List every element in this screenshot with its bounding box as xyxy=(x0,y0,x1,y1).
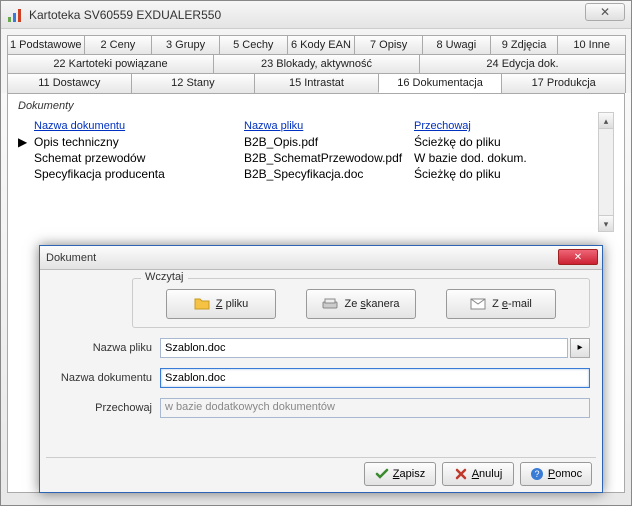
help-button[interactable]: ? Pomoc xyxy=(520,462,592,486)
cell-file: B2B_SchematPrzewodow.pdf xyxy=(244,151,414,165)
tab-17-produkcja[interactable]: 17 Produkcja xyxy=(501,73,626,93)
help-icon: ? xyxy=(530,467,544,481)
titlebar: Kartoteka SV60559 EXDUALER550 ✕ xyxy=(1,1,631,29)
table-row[interactable]: Specyfikacja producentaB2B_Specyfikacja.… xyxy=(18,166,614,182)
store-row: Przechowaj w bazie dodatkowych dokumentó… xyxy=(52,398,590,418)
main-window: Kartoteka SV60559 EXDUALER550 ✕ 1 Podsta… xyxy=(0,0,632,506)
tab-15-intrastat[interactable]: 15 Intrastat xyxy=(254,73,379,93)
file-name-input[interactable] xyxy=(160,338,568,358)
tab-12-stany[interactable]: 12 Stany xyxy=(131,73,256,93)
cell-file: B2B_Opis.pdf xyxy=(244,135,414,149)
row-indicator-icon xyxy=(18,167,34,181)
row-indicator-icon: ▶ xyxy=(18,135,34,149)
tab-23-blokady,-aktywność[interactable]: 23 Blokady, aktywność xyxy=(213,54,420,73)
grid-header: Nazwa dokumentu Nazwa pliku Przechowaj xyxy=(18,118,614,134)
tab-22-kartoteki-powiązane[interactable]: 22 Kartoteki powiązane xyxy=(7,54,214,73)
load-group-label: Wczytaj xyxy=(141,271,188,283)
cell-store: Ścieżkę do pliku xyxy=(414,135,564,149)
tab-2-ceny[interactable]: 2 Ceny xyxy=(84,35,153,54)
doc-name-row: Nazwa dokumentu xyxy=(52,368,590,388)
from-email-label: Z e-mail xyxy=(492,298,532,310)
tab-1-podstawowe[interactable]: 1 Podstawowe xyxy=(7,35,85,54)
table-row[interactable]: ▶Opis technicznyB2B_Opis.pdfŚcieżkę do p… xyxy=(18,134,614,150)
cancel-label: Anuluj xyxy=(472,468,503,480)
tab-11-dostawcy[interactable]: 11 Dostawcy xyxy=(7,73,132,93)
documents-grid: Nazwa dokumentu Nazwa pliku Przechowaj ▶… xyxy=(18,118,614,182)
window-close-button[interactable]: ✕ xyxy=(585,3,625,21)
tabs-area: 1 Podstawowe2 Ceny3 Grupy5 Cechy6 Kody E… xyxy=(1,29,631,93)
cancel-button[interactable]: Anuluj xyxy=(442,462,514,486)
store-label: Przechowaj xyxy=(52,402,152,414)
col-name[interactable]: Nazwa dokumentu xyxy=(34,120,244,132)
file-name-row: Nazwa pliku ▸ xyxy=(52,338,590,358)
col-store[interactable]: Przechowaj xyxy=(414,120,564,132)
tab-24-edycja-dok.[interactable]: 24 Edycja dok. xyxy=(419,54,626,73)
scroll-up-icon[interactable]: ▴ xyxy=(599,113,613,129)
cell-name: Specyfikacja producenta xyxy=(34,167,244,181)
from-scanner-label: Ze skanera xyxy=(344,298,399,310)
grid-scrollbar[interactable]: ▴ ▾ xyxy=(598,112,614,232)
dialog-body: Wczytaj Z pliku Ze skanera xyxy=(40,270,602,426)
check-icon xyxy=(375,467,389,481)
app-icon xyxy=(7,7,23,23)
dialog-divider xyxy=(46,457,596,458)
tab-10-inne[interactable]: 10 Inne xyxy=(557,35,626,54)
save-button[interactable]: Zapisz xyxy=(364,462,436,486)
from-file-label: Z pliku xyxy=(216,298,248,310)
load-group: Wczytaj Z pliku Ze skanera xyxy=(132,278,590,328)
svg-text:?: ? xyxy=(534,469,539,479)
col-file[interactable]: Nazwa pliku xyxy=(244,120,414,132)
x-icon xyxy=(454,467,468,481)
help-label: Pomoc xyxy=(548,468,582,480)
dialog-footer: Zapisz Anuluj ? Pomoc xyxy=(364,462,592,486)
file-name-picker-button[interactable]: ▸ xyxy=(570,338,590,358)
tab-7-opisy[interactable]: 7 Opisy xyxy=(354,35,423,54)
window-title: Kartoteka SV60559 EXDUALER550 xyxy=(29,8,221,22)
tab-5-cechy[interactable]: 5 Cechy xyxy=(219,35,288,54)
email-icon xyxy=(470,296,486,312)
cell-name: Schemat przewodów xyxy=(34,151,244,165)
folder-icon xyxy=(194,296,210,312)
cell-file: B2B_Specyfikacja.doc xyxy=(244,167,414,181)
cell-name: Opis techniczny xyxy=(34,135,244,149)
tab-9-zdjęcia[interactable]: 9 Zdjęcia xyxy=(490,35,559,54)
row-indicator-icon xyxy=(18,151,34,165)
scroll-down-icon[interactable]: ▾ xyxy=(599,215,613,231)
from-scanner-button[interactable]: Ze skanera xyxy=(306,289,416,319)
store-select[interactable]: w bazie dodatkowych dokumentów xyxy=(160,398,590,418)
doc-name-label: Nazwa dokumentu xyxy=(52,372,152,384)
tab-16-dokumentacja[interactable]: 16 Dokumentacja xyxy=(378,73,503,93)
from-email-button[interactable]: Z e-mail xyxy=(446,289,556,319)
tab-6-kody-ean[interactable]: 6 Kody EAN xyxy=(287,35,356,54)
from-file-button[interactable]: Z pliku xyxy=(166,289,276,319)
dialog-title: Dokument xyxy=(46,252,96,264)
file-name-label: Nazwa pliku xyxy=(52,342,152,354)
tab-3-grupy[interactable]: 3 Grupy xyxy=(151,35,220,54)
scanner-icon xyxy=(322,296,338,312)
grid-label: Dokumenty xyxy=(18,100,74,112)
dialog-close-button[interactable]: ✕ xyxy=(558,249,598,265)
tab-8-uwagi[interactable]: 8 Uwagi xyxy=(422,35,491,54)
dialog-titlebar: Dokument ✕ xyxy=(40,246,602,270)
table-row[interactable]: Schemat przewodówB2B_SchematPrzewodow.pd… xyxy=(18,150,614,166)
doc-name-input[interactable] xyxy=(160,368,590,388)
save-label: Zapisz xyxy=(393,468,425,480)
document-dialog: Dokument ✕ Wczytaj Z pliku xyxy=(39,245,603,493)
cell-store: Ścieżkę do pliku xyxy=(414,167,564,181)
cell-store: W bazie dod. dokum. xyxy=(414,151,564,165)
